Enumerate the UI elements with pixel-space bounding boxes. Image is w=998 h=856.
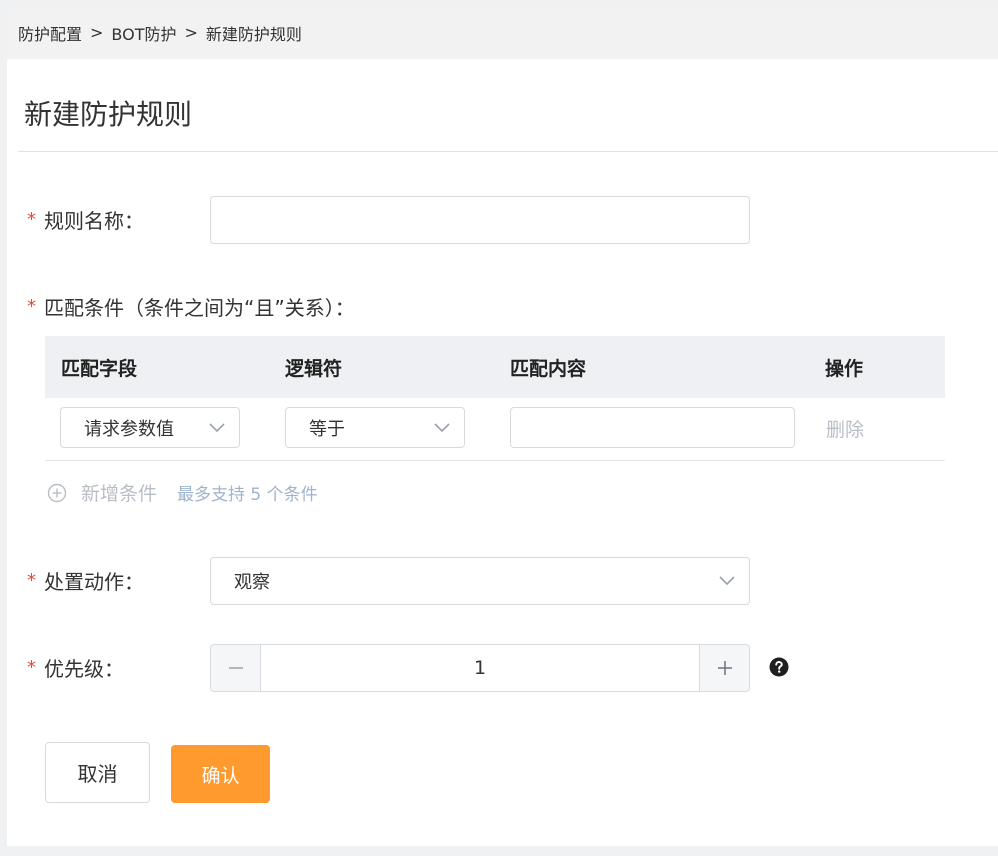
priority-value[interactable]: 1 xyxy=(261,645,699,691)
chevron-down-icon xyxy=(719,576,735,586)
match-field-select[interactable]: 请求参数值 xyxy=(60,407,240,448)
breadcrumb-item-bot-protection[interactable]: BOT防护 xyxy=(111,21,176,45)
operator-select[interactable]: 等于 xyxy=(285,407,465,448)
breadcrumb-separator: > xyxy=(90,23,104,42)
add-condition-button[interactable]: 新增条件 xyxy=(81,479,157,506)
rule-name-label: * 规则名称： xyxy=(27,205,144,234)
required-mark: * xyxy=(27,296,36,317)
breadcrumb-separator: > xyxy=(184,23,198,42)
plus-circle-icon[interactable] xyxy=(47,483,67,503)
increment-button[interactable] xyxy=(699,645,749,691)
breadcrumb-item-current: 新建防护规则 xyxy=(205,24,302,44)
priority-label: * 优先级： xyxy=(27,653,124,682)
priority-stepper: 1 xyxy=(210,644,750,692)
column-header-action: 操作 xyxy=(825,357,864,380)
delete-condition-link[interactable]: 删除 xyxy=(826,415,864,442)
add-condition-row: 新增条件 最多支持 5 个条件 xyxy=(47,479,318,506)
column-header-content: 匹配内容 xyxy=(510,357,587,380)
required-mark: * xyxy=(27,570,36,591)
priority-label-text: 优先级： xyxy=(44,657,124,681)
form-card: 新建防护规则 * 规则名称： * 匹配条件（条件之间为“且”关系）： 匹配字段 … xyxy=(7,59,998,846)
condition-limit-hint: 最多支持 5 个条件 xyxy=(177,485,318,505)
required-mark: * xyxy=(27,209,36,230)
plus-icon xyxy=(717,661,732,675)
chevron-down-icon xyxy=(209,422,225,432)
action-select[interactable]: 观察 xyxy=(210,557,750,605)
column-header-operator: 逻辑符 xyxy=(285,357,343,380)
match-content-input[interactable] xyxy=(510,407,795,448)
match-field-value: 请求参数值 xyxy=(84,418,174,440)
row-divider xyxy=(45,460,945,461)
decrement-button[interactable] xyxy=(211,645,261,691)
operator-value: 等于 xyxy=(309,418,345,440)
column-header-field: 匹配字段 xyxy=(61,357,138,380)
conditions-label-text: 匹配条件（条件之间为“且”关系）： xyxy=(44,296,355,320)
chevron-down-icon xyxy=(434,422,450,432)
breadcrumb-item-protection-config[interactable]: 防护配置 xyxy=(18,21,82,45)
page-title: 新建防护规则 xyxy=(24,98,193,131)
rule-name-input[interactable] xyxy=(210,196,750,244)
conditions-table-header: 匹配字段 逻辑符 匹配内容 操作 xyxy=(45,336,945,398)
action-label: * 处置动作： xyxy=(27,566,144,595)
required-mark: * xyxy=(27,657,36,678)
conditions-label: * 匹配条件（条件之间为“且”关系）： xyxy=(27,292,355,321)
title-divider xyxy=(18,151,998,152)
question-circle-icon[interactable] xyxy=(769,657,789,677)
cancel-button[interactable]: 取消 xyxy=(45,742,150,803)
breadcrumb: 防护配置 > BOT防护 > 新建防护规则 xyxy=(7,6,998,59)
minus-icon xyxy=(228,667,243,669)
confirm-button[interactable]: 确认 xyxy=(171,745,270,803)
action-value: 观察 xyxy=(234,572,270,593)
rule-name-label-text: 规则名称： xyxy=(44,209,144,233)
action-label-text: 处置动作： xyxy=(44,570,144,594)
